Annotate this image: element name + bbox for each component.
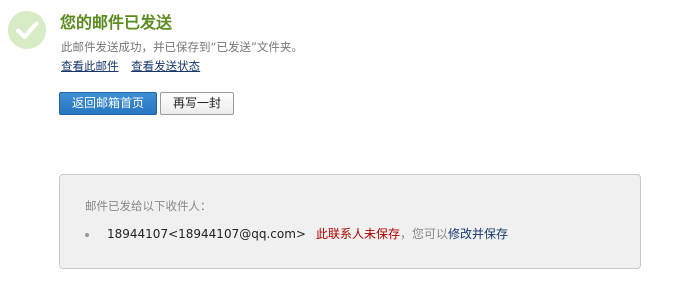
back-to-inbox-button[interactable]: 返回邮箱首页 [59, 92, 157, 115]
view-mail-link[interactable]: 查看此邮件 [61, 59, 119, 73]
bullet-icon [85, 232, 89, 237]
recipient-address: 18944107<18944107@qq.com> [107, 227, 306, 241]
compose-another-button[interactable]: 再写一封 [160, 92, 234, 115]
contact-not-saved-text: 此联系人未保存 [315, 227, 400, 241]
result-links: 查看此邮件 查看发送状态 [61, 59, 209, 74]
success-message: 此邮件发送成功，并已保存到“已发送”文件夹。 [61, 40, 303, 54]
check-circle-icon [8, 11, 46, 49]
recipients-panel: 邮件已发给以下收件人： 18944107<18944107@qq.com> 此联系… [59, 174, 641, 269]
view-send-status-link[interactable]: 查看发送状态 [131, 59, 200, 73]
edit-and-save-link[interactable]: 修改并保存 [448, 227, 508, 241]
recipients-heading: 邮件已发给以下收件人： [85, 199, 212, 213]
page-title: 您的邮件已发送 [60, 13, 173, 32]
recipient-item: 18944107<18944107@qq.com> 此联系人未保存，您可以修改并保… [85, 226, 508, 242]
separator-text: ，您可以 [399, 227, 448, 241]
